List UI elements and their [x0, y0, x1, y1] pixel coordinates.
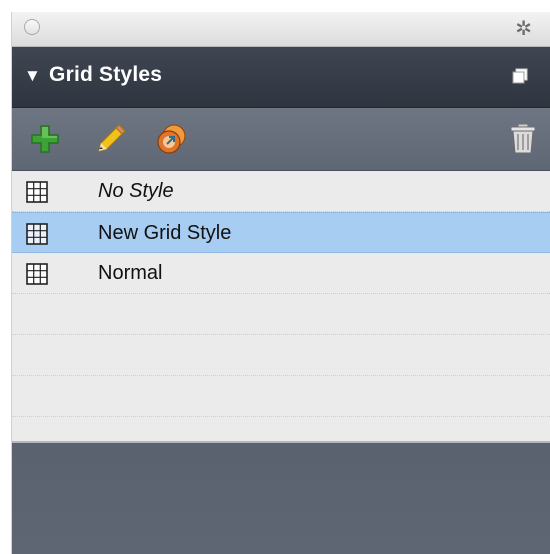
style-label: Normal	[98, 262, 163, 284]
empty-list-row	[12, 376, 550, 417]
empty-list-row	[12, 294, 550, 335]
panel-title-text: Grid Styles	[49, 63, 163, 86]
edit-style-button[interactable]	[94, 122, 128, 156]
list-item[interactable]: No Style	[12, 171, 550, 212]
disclosure-triangle-icon[interactable]: ▼	[24, 66, 41, 85]
style-label: No Style	[98, 180, 174, 202]
new-style-button[interactable]	[28, 122, 62, 156]
grid-style-icon	[26, 223, 48, 245]
panel-footer-area	[12, 443, 550, 554]
grid-style-list: No Style New Grid Style Normal	[12, 171, 550, 443]
window-title-bar: ✲	[12, 12, 550, 47]
grid-style-icon	[26, 263, 48, 285]
gear-icon[interactable]: ✲	[515, 17, 532, 41]
grid-styles-panel: ✲ ▼ Grid Styles No Style New Grid Style …	[12, 12, 550, 554]
panel-title: ▼ Grid Styles	[24, 63, 162, 87]
panel-header[interactable]: ▼ Grid Styles	[12, 47, 550, 108]
empty-list-row	[12, 335, 550, 376]
panel-menu-icon[interactable]	[512, 68, 528, 84]
grid-style-icon	[26, 181, 48, 203]
list-item-selected[interactable]: New Grid Style	[12, 212, 550, 253]
list-item[interactable]: Normal	[12, 253, 550, 294]
toolbar	[12, 108, 550, 171]
style-label: New Grid Style	[98, 222, 232, 244]
close-circle-icon[interactable]	[24, 19, 40, 35]
delete-style-button[interactable]	[506, 122, 540, 156]
duplicate-style-button[interactable]	[155, 122, 189, 156]
